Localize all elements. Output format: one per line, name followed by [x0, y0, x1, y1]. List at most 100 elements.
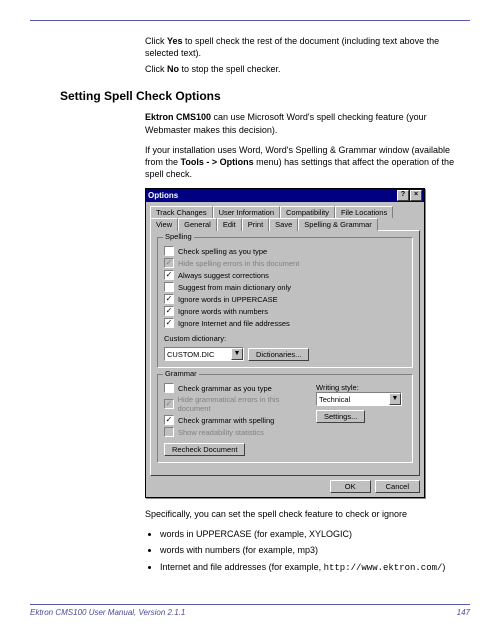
tabs-area: Track Changes User Information Compatibi…: [146, 202, 424, 476]
chk-row: Always suggest corrections: [164, 270, 406, 280]
dialog-button-bar: OK Cancel: [146, 476, 424, 497]
tab-spelling-grammar[interactable]: Spelling & Grammar: [298, 218, 378, 231]
list-item: Internet and file addresses (for example…: [160, 561, 470, 574]
tab-general[interactable]: General: [178, 218, 217, 231]
body-p2: If your installation uses Word, Word's S…: [145, 144, 470, 180]
chk-label: Show readability statistics: [178, 428, 264, 437]
chevron-down-icon[interactable]: ▼: [389, 393, 401, 405]
chk-row: Ignore words in UPPERCASE: [164, 294, 406, 304]
no-bold: No: [167, 64, 179, 74]
spelling-group: Spelling Check spelling as you type Hide…: [157, 237, 413, 368]
after-dialog-text: Specifically, you can set the spell chec…: [145, 508, 470, 520]
body-block: Ektron CMS100 can use Microsoft Word's s…: [145, 111, 470, 180]
text: Click: [145, 64, 167, 74]
tab-file-locations[interactable]: File Locations: [335, 206, 393, 218]
page-number: 147: [457, 608, 470, 617]
section-heading: Setting Spell Check Options: [60, 89, 470, 103]
text: to spell check the rest of the document …: [145, 36, 439, 58]
tab-content: Spelling Check spelling as you type Hide…: [150, 230, 420, 476]
checkbox: [164, 427, 174, 437]
intro-block: Click Yes to spell check the rest of the…: [145, 35, 470, 75]
product-name: Ektron CMS100: [145, 112, 211, 122]
chk-row: Hide spelling errors in this document: [164, 258, 406, 268]
text: Internet and file addresses (for example…: [160, 562, 324, 572]
footer-title: Ektron CMS100 User Manual, Version 2.1.1: [30, 608, 185, 617]
checkbox[interactable]: [164, 306, 174, 316]
chk-label: Always suggest corrections: [178, 271, 269, 280]
chk-label: Ignore Internet and file addresses: [178, 319, 290, 328]
chk-row: Suggest from main dictionary only: [164, 282, 406, 292]
yes-bold: Yes: [167, 36, 183, 46]
grammar-group: Grammar Check grammar as you type Hide g…: [157, 374, 413, 463]
chk-label: Ignore words with numbers: [178, 307, 268, 316]
tab-save[interactable]: Save: [269, 218, 298, 231]
recheck-document-button[interactable]: Recheck Document: [164, 443, 245, 456]
chk-row: Show readability statistics: [164, 427, 308, 437]
chk-label: Check grammar as you type: [178, 384, 272, 393]
checkbox: [164, 258, 174, 268]
settings-button[interactable]: Settings...: [316, 410, 365, 423]
dialog-title: Options: [148, 191, 178, 200]
checkbox[interactable]: [164, 270, 174, 280]
chk-row: Check grammar with spelling: [164, 415, 308, 425]
text: to stop the spell checker.: [179, 64, 281, 74]
menu-path: Tools - > Options: [181, 157, 254, 167]
checkbox[interactable]: [164, 318, 174, 328]
dict-label: Custom dictionary:: [164, 334, 406, 343]
intro-line-1: Click Yes to spell check the rest of the…: [145, 35, 470, 59]
dict-value: CUSTOM.DIC: [167, 350, 214, 359]
checkbox[interactable]: [164, 415, 174, 425]
list-item: words in UPPERCASE (for example, XYLOGIC…: [160, 528, 470, 540]
titlebar-buttons: ? ×: [397, 190, 422, 201]
body-p1: Ektron CMS100 can use Microsoft Word's s…: [145, 111, 470, 135]
chk-label: Hide grammatical errors in this document: [178, 395, 308, 413]
chk-row: Ignore words with numbers: [164, 306, 406, 316]
chk-row: Hide grammatical errors in this document: [164, 395, 308, 413]
bullet-list: words in UPPERCASE (for example, XYLOGIC…: [160, 528, 470, 573]
chevron-down-icon[interactable]: ▼: [231, 348, 243, 360]
writing-style-label: Writing style:: [316, 383, 406, 392]
grammar-group-title: Grammar: [163, 369, 199, 378]
text: Click: [145, 36, 167, 46]
tab-user-information[interactable]: User Information: [213, 206, 280, 218]
intro-line-2: Click No to stop the spell checker.: [145, 63, 470, 75]
cancel-button[interactable]: Cancel: [375, 480, 420, 493]
tab-track-changes[interactable]: Track Changes: [150, 206, 213, 218]
header-rule: [30, 20, 470, 21]
titlebar: Options ? ×: [146, 189, 424, 202]
grammar-left: Check grammar as you type Hide grammatic…: [164, 383, 308, 456]
dict-combo[interactable]: CUSTOM.DIC ▼: [164, 347, 244, 361]
tab-edit[interactable]: Edit: [217, 218, 242, 231]
options-dialog: Options ? × Track Changes User Informati…: [145, 188, 425, 498]
options-dialog-screenshot: Options ? × Track Changes User Informati…: [145, 188, 470, 498]
ok-button[interactable]: OK: [330, 480, 371, 493]
page-footer: Ektron CMS100 User Manual, Version 2.1.1…: [30, 604, 470, 617]
chk-row: Ignore Internet and file addresses: [164, 318, 406, 328]
text: ): [442, 562, 445, 572]
close-button[interactable]: ×: [410, 190, 422, 201]
after-dialog-p: Specifically, you can set the spell chec…: [145, 508, 470, 520]
custom-dictionary-row: Custom dictionary: CUSTOM.DIC ▼ Dictiona…: [164, 334, 406, 361]
chk-label: Check grammar with spelling: [178, 416, 274, 425]
checkbox[interactable]: [164, 294, 174, 304]
checkbox[interactable]: [164, 383, 174, 393]
chk-label: Check spelling as you type: [178, 247, 267, 256]
list-item: words with numbers (for example, mp3): [160, 544, 470, 556]
dictionaries-button[interactable]: Dictionaries...: [248, 348, 309, 361]
checkbox[interactable]: [164, 282, 174, 292]
chk-row: Check spelling as you type: [164, 246, 406, 256]
tab-compatibility[interactable]: Compatibility: [280, 206, 335, 218]
tab-view[interactable]: View: [150, 218, 178, 231]
checkbox[interactable]: [164, 246, 174, 256]
url-code: http://www.ektron.com/: [324, 563, 443, 573]
tab-row-back: Track Changes User Information Compatibi…: [150, 206, 420, 218]
help-button[interactable]: ?: [397, 190, 409, 201]
spelling-group-title: Spelling: [163, 232, 194, 241]
tab-print[interactable]: Print: [242, 218, 269, 231]
chk-row: Check grammar as you type: [164, 383, 308, 393]
chk-label: Suggest from main dictionary only: [178, 283, 291, 292]
writing-style-combo[interactable]: Technical ▼: [316, 392, 402, 406]
writing-style-value: Technical: [319, 395, 350, 404]
chk-label: Ignore words in UPPERCASE: [178, 295, 278, 304]
checkbox: [164, 399, 174, 409]
